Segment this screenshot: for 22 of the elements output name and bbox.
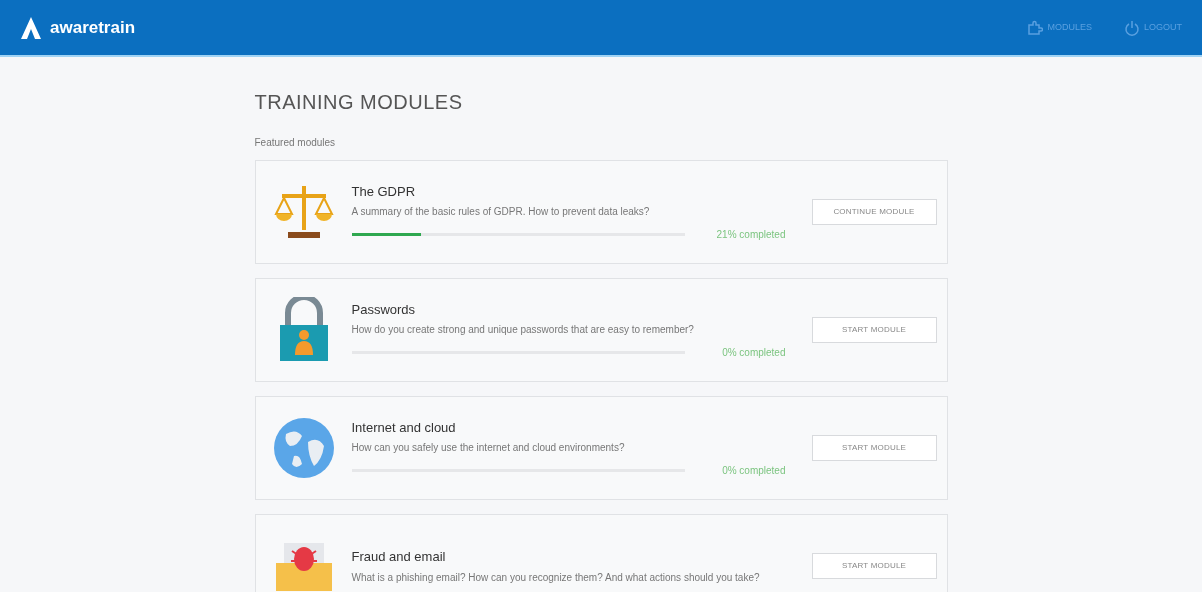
globe-icon: [271, 416, 336, 480]
module-description: A summary of the basic rules of GDPR. How to prevent data leaks?: [351, 205, 651, 220]
module-description: How do you create strong and unique passwords that are easy to remember?: [351, 323, 695, 338]
module-title: Fraud and email: [351, 548, 447, 567]
module-title: Internet and cloud: [351, 418, 457, 437]
module-title: The GDPR: [351, 182, 417, 201]
logo-icon: [20, 15, 42, 40]
progress-label: 0% completed: [722, 464, 786, 479]
progress-label: 0% completed: [722, 346, 786, 361]
section-label: Featured modules: [254, 136, 337, 150]
module-button[interactable]: START MODULE: [811, 317, 937, 343]
logo-text: awaretrain: [50, 16, 136, 39]
puzzle-icon: [1027, 19, 1044, 36]
module-description: What is a phishing email? How can you recognize them? And what actions should you take?: [351, 570, 761, 585]
power-icon: [1124, 19, 1140, 36]
module-description: How can you safely use the internet and cloud environments?: [351, 441, 626, 456]
module-title: Passwords: [351, 300, 417, 319]
module-button[interactable]: CONTINUE MODULE: [811, 199, 937, 225]
module-button[interactable]: START MODULE: [811, 553, 937, 579]
module-button[interactable]: START MODULE: [811, 435, 937, 461]
page-title: TRAINING MODULES: [254, 90, 464, 115]
progress-label: 21% completed: [716, 228, 786, 243]
